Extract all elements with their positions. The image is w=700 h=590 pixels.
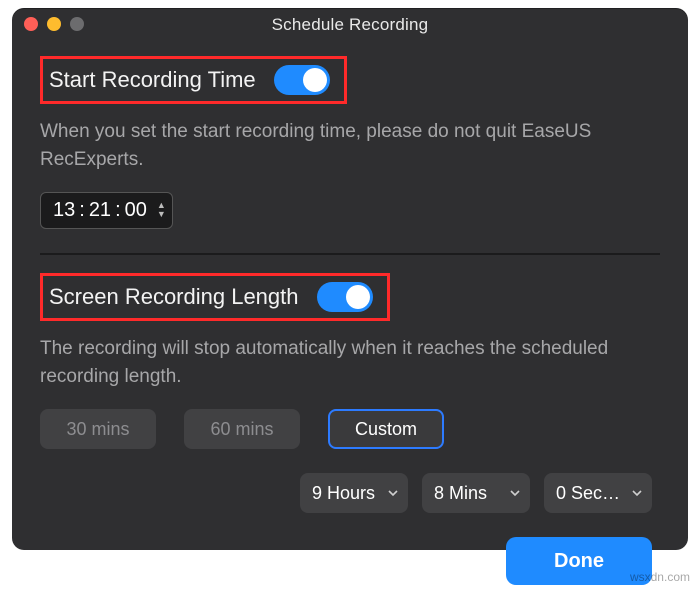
mins-value: 8 Mins <box>434 483 487 504</box>
time-sep-icon: : <box>113 199 123 222</box>
start-time-header: Start Recording Time <box>40 56 347 104</box>
traffic-lights <box>24 17 84 31</box>
section-divider <box>40 253 660 255</box>
length-description: The recording will stop automatically wh… <box>40 335 660 391</box>
hours-value: 9 Hours <box>312 483 375 504</box>
content-area: Start Recording Time When you set the st… <box>12 42 688 585</box>
start-time-toggle[interactable] <box>274 65 330 95</box>
dialog-window: Schedule Recording Start Recording Time … <box>12 8 688 550</box>
time-sep-icon: : <box>77 199 87 222</box>
preset-60-button[interactable]: 60 mins <box>184 409 300 449</box>
maximize-icon <box>70 17 84 31</box>
length-label: Screen Recording Length <box>49 284 299 310</box>
custom-duration-row: 9 Hours 8 Mins 0 Sec… <box>40 473 660 513</box>
mins-dropdown[interactable]: 8 Mins <box>422 473 530 513</box>
time-stepper[interactable]: ▲ ▼ <box>157 202 166 220</box>
close-icon[interactable] <box>24 17 38 31</box>
start-time-field[interactable]: 13 : 21 : 00 ▲ ▼ <box>40 192 173 229</box>
start-time-description: When you set the start recording time, p… <box>40 118 660 174</box>
time-minutes: 21 <box>89 199 111 222</box>
preset-30-button[interactable]: 30 mins <box>40 409 156 449</box>
preset-custom-button[interactable]: Custom <box>328 409 444 449</box>
stepper-down-icon[interactable]: ▼ <box>157 211 166 220</box>
toggle-knob-icon <box>346 285 370 309</box>
chevron-down-icon <box>388 488 398 498</box>
duration-presets: 30 mins 60 mins Custom <box>40 409 660 449</box>
chevron-down-icon <box>632 488 642 498</box>
time-digits: 13 : 21 : 00 <box>53 199 147 222</box>
length-header: Screen Recording Length <box>40 273 390 321</box>
start-time-label: Start Recording Time <box>49 67 256 93</box>
secs-dropdown[interactable]: 0 Sec… <box>544 473 652 513</box>
chevron-down-icon <box>510 488 520 498</box>
hours-dropdown[interactable]: 9 Hours <box>300 473 408 513</box>
secs-value: 0 Sec… <box>556 483 620 504</box>
time-seconds: 00 <box>125 199 147 222</box>
watermark-text: wsxdn.com <box>630 570 690 584</box>
toggle-knob-icon <box>303 68 327 92</box>
window-title: Schedule Recording <box>272 15 429 35</box>
titlebar: Schedule Recording <box>12 8 688 42</box>
footer-row: Done <box>40 537 660 585</box>
time-hours: 13 <box>53 199 75 222</box>
length-toggle[interactable] <box>317 282 373 312</box>
minimize-icon[interactable] <box>47 17 61 31</box>
